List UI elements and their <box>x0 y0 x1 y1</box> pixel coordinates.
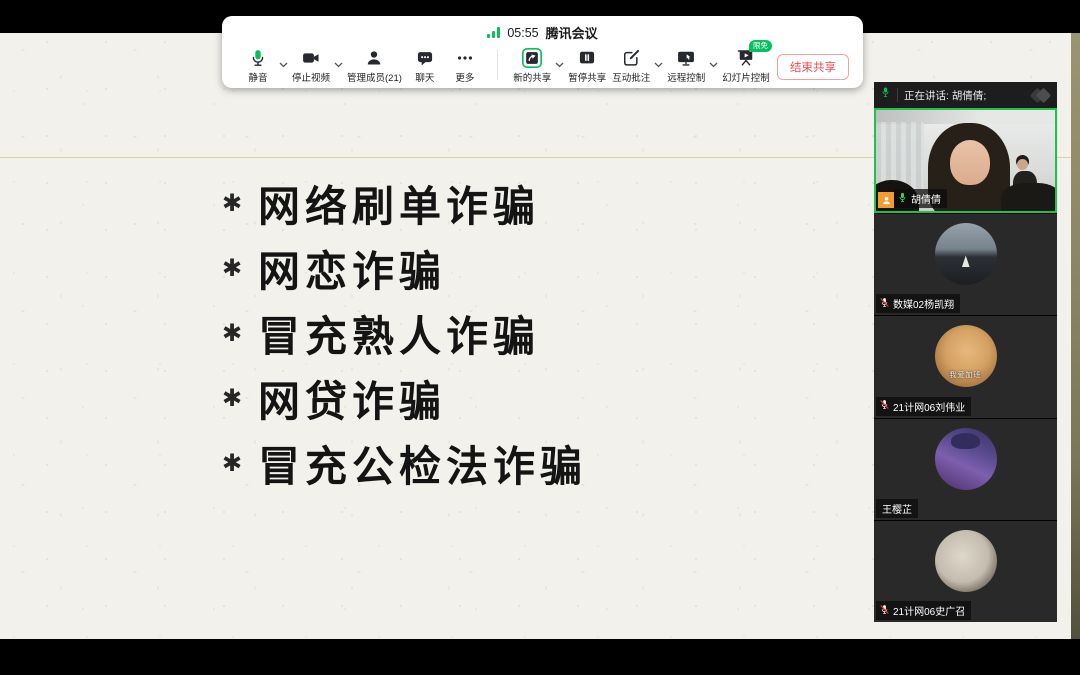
signal-strength-icon <box>487 27 501 38</box>
bullet-text: 网贷诈骗 <box>258 380 447 426</box>
chevron-down-icon[interactable] <box>279 55 288 73</box>
chevron-down-icon[interactable] <box>334 55 343 73</box>
chevron-down-icon[interactable] <box>709 55 718 73</box>
video-tile-wangyingzhi[interactable]: 王樱芷 <box>874 418 1057 520</box>
participant-name: 21计网06史广召 <box>893 607 966 619</box>
participant-name-label: 21计网06史广召 <box>876 601 972 621</box>
app-title: 腾讯会议 <box>545 26 598 41</box>
participant-name-label: 胡倩倩 <box>894 189 947 209</box>
participant-name: 21计网06刘伟业 <box>893 402 966 414</box>
participant-name: 王樱芷 <box>882 504 912 516</box>
avatar <box>934 529 997 592</box>
avatar: 我爱加班 <box>934 325 997 388</box>
toolbar-group-share: 新的共享 暂停共享 互动批注 远程控制 限免 幻灯片控制 <box>510 40 773 84</box>
slide-control-button[interactable]: 限免 幻灯片控制 <box>722 40 773 84</box>
pen-annotation-icon <box>621 46 641 70</box>
slide-control-label: 幻灯片控制 <box>722 73 770 84</box>
avatar <box>934 427 997 490</box>
chat-bubble-icon <box>415 46 435 70</box>
pause-icon <box>577 46 597 70</box>
microphone-icon <box>248 46 268 70</box>
remote-control-icon <box>676 46 696 70</box>
speaking-now-label: 正在讲话: 胡倩倩; <box>904 89 987 102</box>
camera-icon <box>301 46 321 70</box>
manage-members-button[interactable]: 管理成员(21) <box>347 46 402 84</box>
annotation-button[interactable]: 互动批注 <box>612 46 650 84</box>
meeting-timer: 05:55 <box>507 25 539 40</box>
header-divider <box>897 88 898 102</box>
video-tile-yangkaixiang[interactable]: 数媒02杨凯翔 <box>874 214 1057 316</box>
muted-mic-icon <box>879 604 890 618</box>
end-share-button[interactable]: 结束共享 <box>776 54 849 80</box>
muted-mic-icon <box>879 297 890 311</box>
meeting-window: ✱ 网络刷单诈骗 ✱ 网恋诈骗 ✱ 冒充熟人诈骗 ✱ 网贷诈骗 ✱ 冒充公检法诈… <box>0 0 1080 675</box>
bullet-icon: ✱ <box>222 320 243 347</box>
list-item: ✱ 冒充熟人诈骗 <box>222 301 587 366</box>
mute-label: 静音 <box>248 73 268 84</box>
chat-button[interactable]: 聊天 <box>408 46 442 84</box>
speaking-header: 正在讲话: 胡倩倩; <box>874 82 1057 108</box>
manage-members-label: 管理成员(21) <box>347 73 402 84</box>
participant-name-label: 数媒02杨凯翔 <box>876 294 961 314</box>
bullet-text: 冒充熟人诈骗 <box>258 315 541 361</box>
video-tile-liuweiye[interactable]: 我爱加班 21计网06刘伟业 <box>874 316 1057 418</box>
person-icon <box>364 46 384 70</box>
bullet-icon: ✱ <box>222 385 243 412</box>
meeting-logo-icon <box>1029 87 1052 103</box>
bullet-text: 冒充公检法诈骗 <box>258 445 588 491</box>
chat-label: 聊天 <box>415 73 435 84</box>
bullet-icon: ✱ <box>222 190 243 217</box>
letterbox-bottom <box>0 639 1080 675</box>
avatar <box>934 223 997 286</box>
participants-panel: 正在讲话: 胡倩倩; 胡倩倩 数媒02杨凯翔 我爱加班 21计网06刘伟业 王樱… <box>874 82 1057 623</box>
slide-bullet-list: ✱ 网络刷单诈骗 ✱ 网恋诈骗 ✱ 冒充熟人诈骗 ✱ 网贷诈骗 ✱ 冒充公检法诈… <box>222 171 587 496</box>
limited-free-badge: 限免 <box>749 40 773 52</box>
chevron-down-icon[interactable] <box>555 55 564 73</box>
video-tile-huqianqian[interactable]: 胡倩倩 <box>874 108 1057 214</box>
mute-button[interactable]: 静音 <box>241 46 275 84</box>
remote-control-button[interactable]: 远程控制 <box>667 46 705 84</box>
bullet-icon: ✱ <box>222 450 243 477</box>
bullet-text: 网恋诈骗 <box>258 250 447 296</box>
list-item: ✱ 网恋诈骗 <box>222 236 587 301</box>
stop-video-label: 停止视频 <box>292 73 331 84</box>
toolbar-group-left: 静音 停止视频 管理成员(21) 聊天 更多 <box>238 46 485 84</box>
avatar-caption: 我爱加班 <box>949 372 982 380</box>
participant-name-label: 王樱芷 <box>876 498 918 518</box>
stop-video-button[interactable]: 停止视频 <box>292 46 330 84</box>
pause-share-button[interactable]: 暂停共享 <box>568 46 606 84</box>
participant-name: 数媒02杨凯翔 <box>893 300 955 312</box>
bullet-text: 网络刷单诈骗 <box>258 185 541 231</box>
host-badge-icon <box>878 192 894 209</box>
pause-share-label: 暂停共享 <box>568 73 607 84</box>
bullet-icon: ✱ <box>222 255 243 282</box>
list-item: ✱ 网络刷单诈骗 <box>222 171 587 236</box>
more-label: 更多 <box>455 73 475 84</box>
speaking-mic-icon <box>897 192 908 206</box>
participant-name-label: 21计网06刘伟业 <box>876 396 972 416</box>
more-button[interactable]: 更多 <box>448 46 482 84</box>
new-share-label: 新的共享 <box>513 73 552 84</box>
ellipsis-icon <box>455 46 475 70</box>
slide-edge-strip <box>1071 33 1080 639</box>
toolbar-buttons: 静音 停止视频 管理成员(21) 聊天 更多 新的共享 暂停共享 互动批注 远程… <box>222 40 863 84</box>
new-share-button[interactable]: 新的共享 <box>513 46 551 84</box>
participant-name: 胡倩倩 <box>911 195 941 207</box>
active-mic-icon <box>880 86 891 104</box>
meeting-toolbar: 05:55 腾讯会议 静音 停止视频 管理成员(21) 聊天 更多 新的共享 暂… <box>222 16 863 88</box>
video-tiles: 胡倩倩 数媒02杨凯翔 我爱加班 21计网06刘伟业 王樱芷 21计网06史广召 <box>874 108 1057 623</box>
slideshow-icon: 限免 <box>736 40 773 70</box>
chevron-down-icon[interactable] <box>654 55 663 73</box>
video-tile-shiguangzhao[interactable]: 21计网06史广召 <box>874 520 1057 623</box>
remote-control-label: 远程控制 <box>667 73 706 84</box>
annotation-label: 互动批注 <box>612 73 651 84</box>
toolbar-divider <box>497 50 499 80</box>
list-item: ✱ 网贷诈骗 <box>222 366 587 431</box>
list-item: ✱ 冒充公检法诈骗 <box>222 431 587 496</box>
muted-mic-icon <box>879 399 890 413</box>
share-screen-icon <box>521 46 543 70</box>
